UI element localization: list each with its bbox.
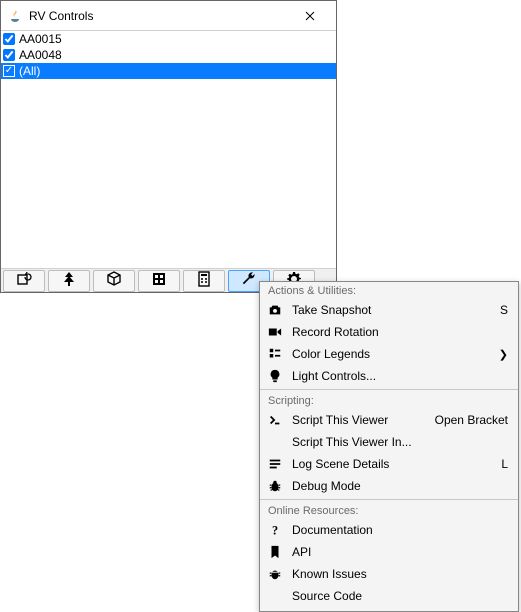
menu-item[interactable]: Color Legends ❯ (260, 343, 518, 365)
svg-text:?: ? (272, 523, 278, 537)
terminal-icon (266, 411, 284, 429)
menu-item-label: Debug Mode (292, 479, 508, 493)
box-refresh-icon (16, 271, 32, 290)
menu-item[interactable]: Known Issues (260, 563, 518, 585)
calc-icon (196, 271, 212, 290)
bug-icon (266, 477, 284, 495)
list-item-label: (All) (18, 64, 40, 78)
bookmark-icon (266, 543, 284, 561)
rv-controls-window: RV Controls AA0015 AA0048✓(All) (0, 0, 337, 293)
menu-item[interactable]: API (260, 541, 518, 563)
cube-icon (106, 271, 122, 290)
grid-button[interactable] (138, 270, 180, 292)
list-item-label: AA0048 (18, 48, 62, 62)
menu-item[interactable]: Source Code (260, 585, 518, 607)
question-icon: ? (266, 521, 284, 539)
legend-icon (266, 345, 284, 363)
bulb-icon (266, 367, 284, 385)
tree-button[interactable] (48, 270, 90, 292)
menu-item[interactable]: Light Controls... (260, 365, 518, 387)
blank-icon (266, 433, 284, 451)
tools-menu: Actions & Utilities: Take Snapshot S Record… (259, 281, 519, 612)
submenu-arrow-icon: ❯ (498, 348, 508, 361)
menu-separator (260, 389, 518, 390)
menu-item-label: Log Scene Details (292, 457, 487, 471)
titlebar: RV Controls (1, 1, 336, 31)
menu-item[interactable]: Record Rotation (260, 321, 518, 343)
menu-item-label: Known Issues (292, 567, 508, 581)
menu-item-label: Documentation (292, 523, 508, 537)
blank-icon (266, 587, 284, 605)
menu-item[interactable]: Debug Mode (260, 475, 518, 497)
menu-item-label: Script This Viewer (292, 413, 421, 427)
menu-section-header: Actions & Utilities: (260, 282, 518, 299)
checkbox[interactable] (3, 33, 15, 45)
checkbox-icon[interactable]: ✓ (3, 65, 15, 77)
issues-icon (266, 565, 284, 583)
menu-item-label: API (292, 545, 508, 559)
menu-section-header: Online Resources: (260, 502, 518, 519)
calc-button[interactable] (183, 270, 225, 292)
menu-item-label: Record Rotation (292, 325, 508, 339)
menu-item[interactable]: ? Documentation (260, 519, 518, 541)
menu-item[interactable]: Script This Viewer In... (260, 431, 518, 453)
menu-item[interactable]: Log Scene Details L (260, 453, 518, 475)
menu-separator (260, 499, 518, 500)
menu-item-shortcut: L (501, 457, 508, 471)
menu-item-label: Script This Viewer In... (292, 435, 508, 449)
list-item-label: AA0015 (18, 32, 62, 46)
lines-icon (266, 455, 284, 473)
record-icon (266, 323, 284, 341)
box-refresh-button[interactable] (3, 270, 45, 292)
menu-item-shortcut: Open Bracket (435, 413, 508, 427)
checkbox[interactable] (3, 49, 15, 61)
list-item[interactable]: AA0048 (1, 47, 336, 63)
wrench-icon (241, 271, 257, 290)
close-button[interactable] (290, 2, 330, 30)
menu-item[interactable]: Script This Viewer Open Bracket (260, 409, 518, 431)
list-item[interactable]: AA0015 (1, 31, 336, 47)
window-title: RV Controls (29, 9, 290, 23)
checklist[interactable]: AA0015 AA0048✓(All) (1, 31, 336, 268)
tree-icon (61, 271, 77, 290)
cube-button[interactable] (93, 270, 135, 292)
menu-item-label: Light Controls... (292, 369, 508, 383)
menu-item[interactable]: Take Snapshot S (260, 299, 518, 321)
menu-section-header: Scripting: (260, 392, 518, 409)
menu-item-shortcut: S (500, 303, 508, 317)
list-item[interactable]: ✓(All) (1, 63, 336, 79)
grid-icon (151, 271, 167, 290)
java-icon (7, 8, 23, 24)
camera-icon (266, 301, 284, 319)
menu-item-label: Source Code (292, 589, 508, 603)
menu-item-label: Color Legends (292, 347, 490, 361)
menu-item-label: Take Snapshot (292, 303, 486, 317)
